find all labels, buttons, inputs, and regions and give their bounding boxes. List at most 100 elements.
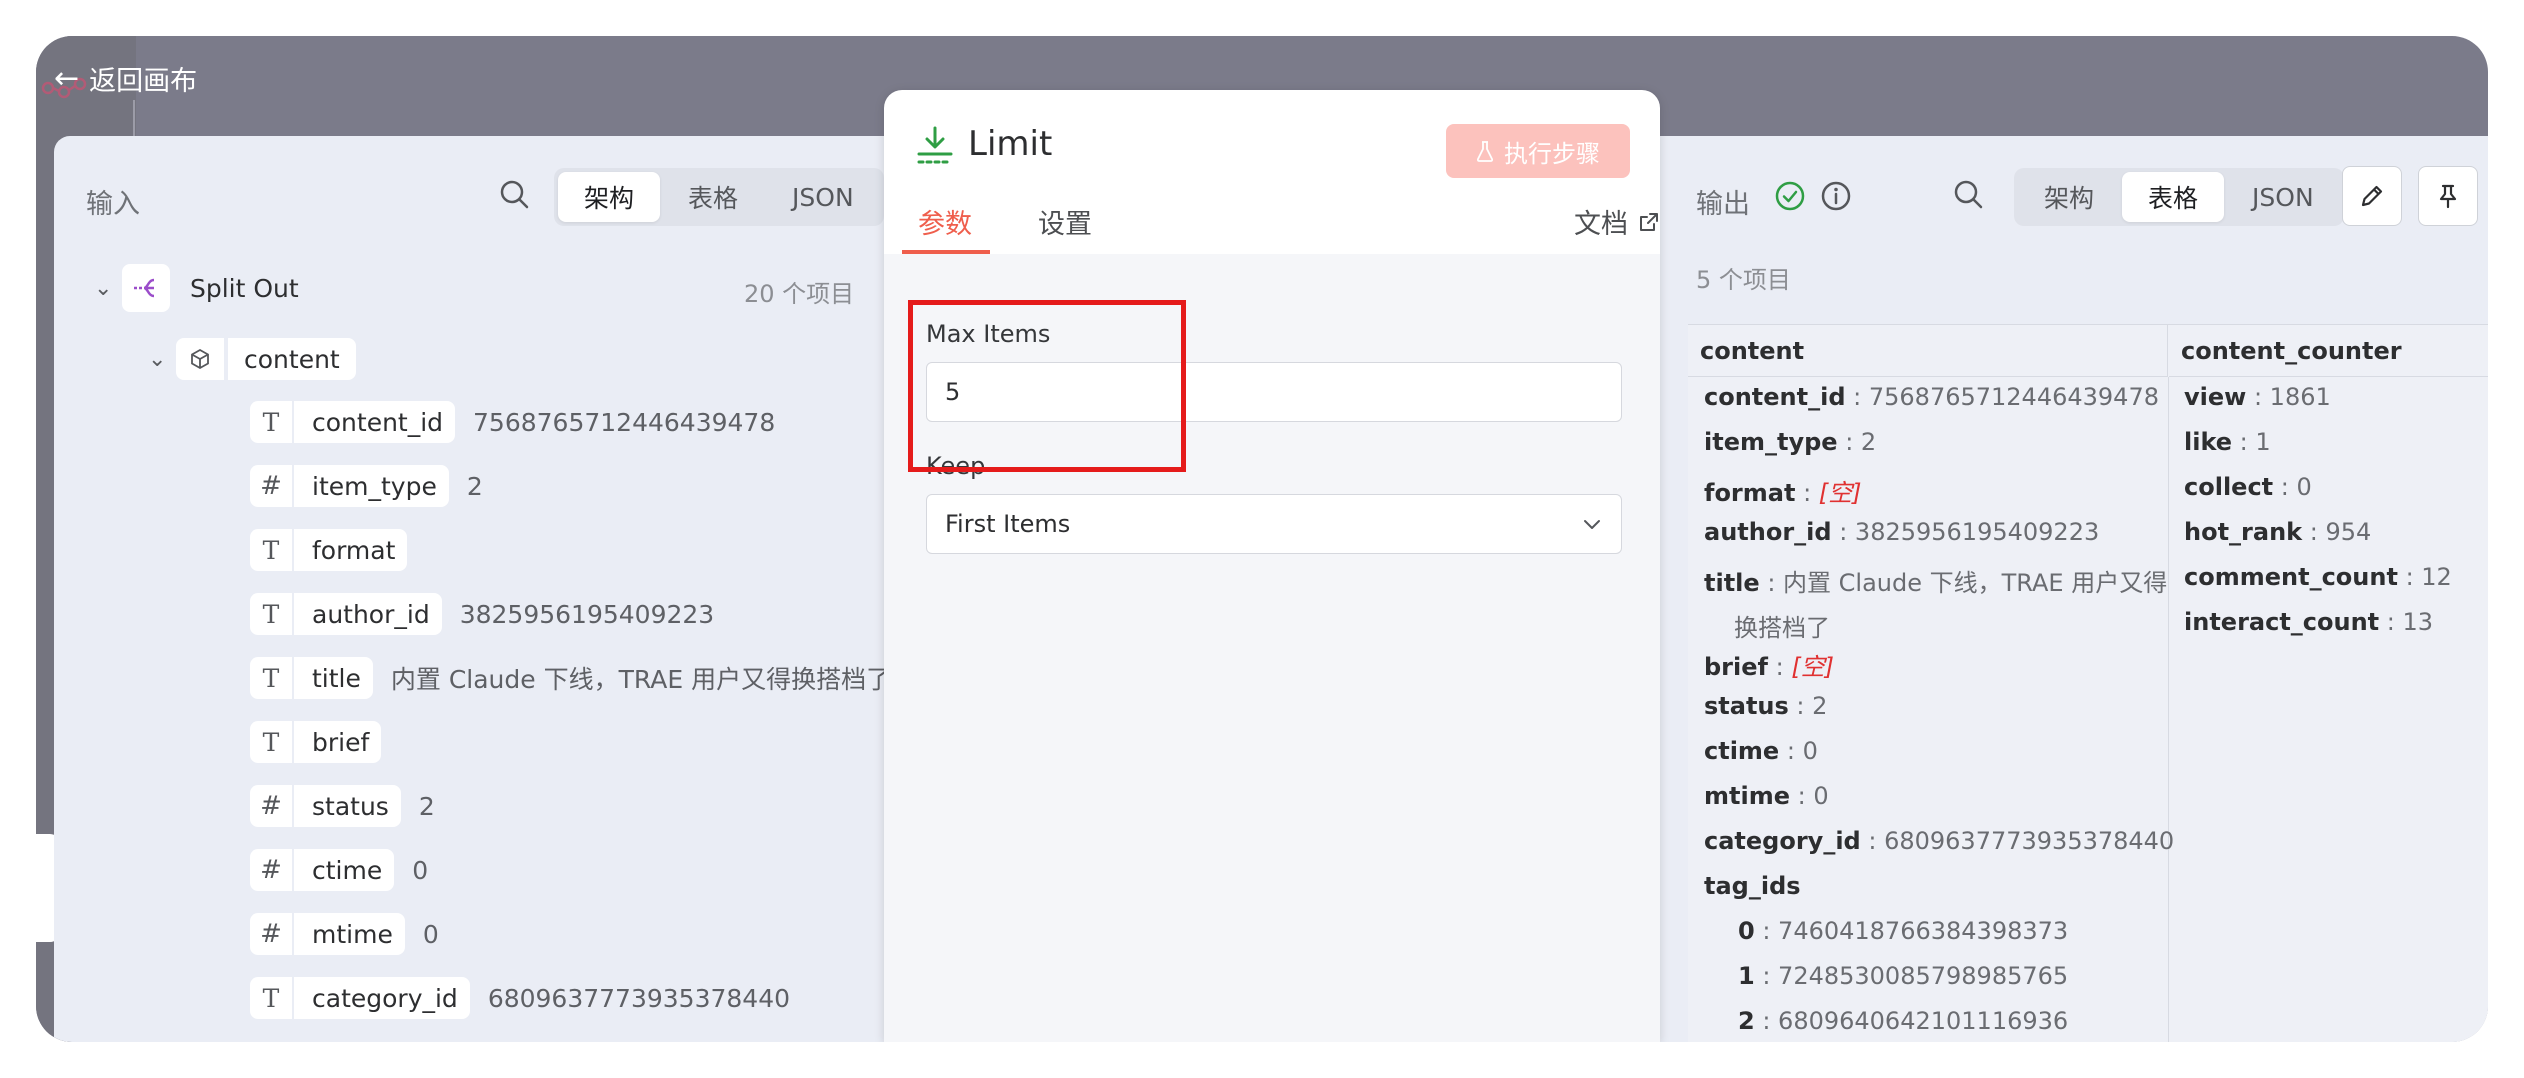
cell-key: category_id [1704, 827, 1861, 855]
back-to-canvas-link[interactable]: ← 返回画布 [54, 48, 197, 108]
cell-key: view [2184, 383, 2247, 411]
chevron-down-icon[interactable]: ⌄ [148, 347, 176, 372]
column-header-content-counter: content_counter [2169, 325, 2488, 377]
app-window: ← 返回画布 输入 架构 表格 JSON ⌄ Split Out 20 个项目 [36, 36, 2488, 1042]
field-name: ctime [294, 849, 395, 891]
cell-value: 0 [1813, 782, 1829, 810]
field-title[interactable]: T title 内置 Claude 下线，TRAE 用户又得换搭档了 [250, 657, 891, 699]
node-item-count: 20 个项目 [744, 280, 855, 308]
field-name: mtime [294, 913, 405, 955]
text-type-icon: T [250, 657, 292, 699]
field-value: 0 [412, 855, 429, 885]
number-type-icon: # [250, 849, 292, 891]
annotation-highlight-box [908, 300, 1186, 472]
cell-separator: : [1860, 827, 1885, 855]
edit-output-button[interactable] [2342, 166, 2402, 226]
input-view-schema[interactable]: 架构 [558, 172, 661, 222]
table-cell-line: tag_ids [1704, 872, 1801, 900]
number-type-icon: # [250, 465, 292, 507]
field-category-id[interactable]: T category_id 6809637773935378440 [250, 977, 790, 1019]
table-cell-line: ctime : 0 [1704, 737, 1818, 765]
table-cell-line: 2 : 6809640642101116936 [1738, 1007, 2068, 1035]
field-item-type[interactable]: # item_type 2 [250, 465, 483, 507]
field-ctime[interactable]: # ctime 0 [250, 849, 428, 891]
cell-value: 1 [2255, 428, 2271, 456]
text-type-icon: T [250, 401, 292, 443]
cell-separator: : [2302, 518, 2326, 546]
execute-step-label: 执行步骤 [1504, 139, 1600, 168]
tab-settings[interactable]: 设置 [1038, 202, 1092, 241]
cell-separator: : [2273, 473, 2297, 501]
docs-link[interactable]: 文档 [1574, 202, 1660, 241]
number-type-icon: # [250, 785, 292, 827]
cell-separator: : [1837, 428, 1861, 456]
field-name: author_id [294, 593, 442, 635]
field-author-id[interactable]: T author_id 3825956195409223 [250, 593, 714, 635]
node-row-split-out[interactable]: ⌄ Split Out [94, 264, 299, 312]
limit-download-icon [917, 126, 953, 164]
field-content-id[interactable]: T content_id 7568765712446439478 [250, 401, 775, 443]
cell-value: 6809637773935378440 [1884, 827, 2175, 855]
field-value: 内置 Claude 下线，TRAE 用户又得换搭档了 [390, 665, 892, 694]
info-icon[interactable] [1820, 180, 1852, 212]
cell-value: 0 [1802, 737, 1818, 765]
cell-value: 3825956195409223 [1854, 518, 2100, 546]
flask-icon [1476, 141, 1494, 162]
field-brief[interactable]: T brief [250, 721, 399, 763]
cell-key: author_id [1704, 518, 1832, 546]
object-name: content [228, 338, 356, 380]
cell-separator: : [2397, 563, 2422, 591]
table-cell-line: category_id : 6809637773935378440 [1704, 827, 2174, 855]
back-label: 返回画布 [89, 65, 198, 97]
object-row-content[interactable]: ⌄ content [148, 338, 356, 380]
field-status[interactable]: # status 2 [250, 785, 435, 827]
input-view-json[interactable]: JSON [766, 172, 880, 222]
search-icon[interactable] [1952, 178, 1984, 210]
field-mtime[interactable]: # mtime 0 [250, 913, 439, 955]
output-view-json[interactable]: JSON [2226, 172, 2340, 222]
docs-label: 文档 [1574, 209, 1628, 240]
cell-key: 2 [1738, 1007, 1755, 1035]
cell-separator: : [2246, 383, 2270, 411]
cell-value: 2 [1860, 428, 1877, 456]
cell-key: hot_rank [2184, 518, 2303, 546]
chevron-down-icon [1584, 520, 1600, 529]
text-type-icon: T [250, 593, 292, 635]
table-cell-line: content_id : 7568765712446439478 [1704, 383, 2159, 411]
table-cell-line: like : 1 [2184, 428, 2271, 456]
cell-value: 7248530085798985765 [1778, 962, 2069, 990]
execute-step-button[interactable]: 执行步骤 [1446, 124, 1630, 178]
cell-separator: : [1754, 1007, 1779, 1035]
output-view-schema[interactable]: 架构 [2018, 172, 2120, 222]
search-icon[interactable] [498, 178, 530, 210]
cell-value: 12 [2421, 563, 2452, 591]
pin-output-button[interactable] [2418, 166, 2478, 226]
cell-key: status [1704, 692, 1789, 720]
field-name: category_id [294, 977, 470, 1019]
tab-parameters[interactable]: 参数 [918, 202, 972, 241]
text-type-icon: T [250, 721, 292, 763]
keep-select[interactable]: First Items [926, 494, 1622, 554]
input-view-switch: 架构 表格 JSON [554, 168, 884, 226]
cell-separator: : [1788, 692, 1813, 720]
output-table: content content_counter content_id : 756… [1688, 324, 2488, 1042]
split-out-icon [122, 264, 170, 312]
cell-separator: : [1831, 518, 1855, 546]
output-view-table[interactable]: 表格 [2122, 172, 2225, 222]
column-divider [2168, 377, 2169, 1042]
output-panel: 输出 架构 表格 JSON 5 个项目 content content_coun… [1660, 136, 2488, 1042]
cell-separator: : [1845, 383, 1869, 411]
table-cell-line: format : [空] [1704, 473, 1862, 508]
field-format[interactable]: T format [250, 529, 425, 571]
cell-key: mtime [1704, 782, 1790, 810]
cell-value: 6809640642101116936 [1778, 1007, 2069, 1035]
text-type-icon: T [250, 529, 292, 571]
input-view-table[interactable]: 表格 [662, 172, 764, 222]
field-value: 6809637773935378440 [487, 983, 791, 1013]
cell-separator: : [1754, 962, 1779, 990]
cell-key: content_id [1704, 383, 1846, 411]
cell-value: 13 [2402, 608, 2434, 636]
table-cell-line: author_id : 3825956195409223 [1704, 518, 2099, 546]
chevron-down-icon[interactable]: ⌄ [94, 276, 122, 301]
table-cell-line: mtime : 0 [1704, 782, 1829, 810]
